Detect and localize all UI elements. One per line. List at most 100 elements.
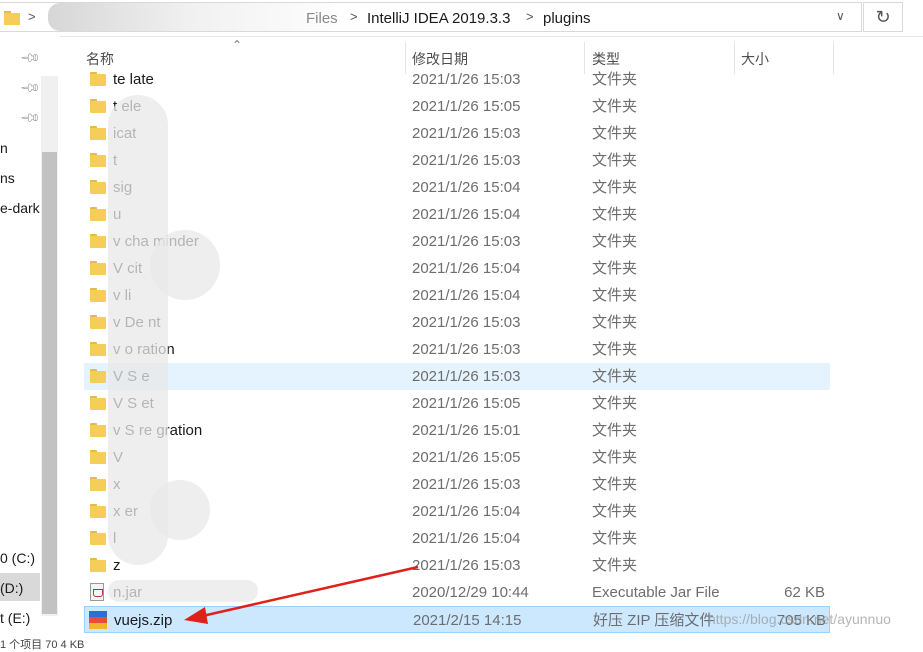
folder-icon <box>90 126 106 140</box>
file-type: 文件夹 <box>592 395 638 412</box>
file-date: 2021/1/26 15:04 <box>412 206 521 223</box>
status-bar-text: 1 个项目 70 4 KB <box>0 639 85 651</box>
file-type: 文件夹 <box>592 368 638 385</box>
folder-icon <box>90 504 106 518</box>
file-row[interactable]: v o ration2021/1/26 15:03文件夹 <box>84 336 830 363</box>
column-divider[interactable] <box>833 42 834 74</box>
nav-scrollbar-thumb[interactable] <box>42 152 57 614</box>
file-type: 文件夹 <box>592 233 638 250</box>
jar-file-icon <box>90 583 104 601</box>
folder-icon <box>90 369 106 383</box>
file-row[interactable]: V S et2021/1/26 15:05文件夹 <box>84 390 830 417</box>
file-row[interactable]: t ele2021/1/26 15:05文件夹 <box>84 93 830 120</box>
navigation-pane: 📌︎ 📌︎ 📌︎ n ns e-dark 0 (C:) (D:) t (E:) <box>0 36 60 643</box>
file-date: 2021/1/26 15:03 <box>412 71 521 88</box>
pin-icon[interactable]: 📌︎ <box>19 107 41 130</box>
folder-icon <box>90 315 106 329</box>
file-date: 2021/1/26 15:01 <box>412 422 521 439</box>
file-row[interactable]: V S e2021/1/26 15:03文件夹 <box>84 363 830 390</box>
chevron-right-icon[interactable]: > <box>28 9 36 24</box>
file-type: 文件夹 <box>592 314 638 331</box>
file-row[interactable]: icat2021/1/26 15:03文件夹 <box>84 120 830 147</box>
file-date: 2021/1/26 15:04 <box>412 179 521 196</box>
file-row[interactable]: v S re gration2021/1/26 15:01文件夹 <box>84 417 830 444</box>
file-row[interactable]: z 2021/1/26 15:03 文件夹 <box>84 552 830 579</box>
chevron-down-icon[interactable]: ∨ <box>836 9 845 23</box>
folder-icon <box>90 531 106 545</box>
file-date: 2021/1/26 15:04 <box>412 287 521 304</box>
file-type: 文件夹 <box>592 152 638 169</box>
file-row[interactable]: t2021/1/26 15:03文件夹 <box>84 147 830 174</box>
nav-item-label[interactable]: ns <box>0 170 15 186</box>
redaction-smear <box>150 230 220 300</box>
file-type: 文件夹 <box>592 206 638 223</box>
file-date: 2021/1/26 15:03 <box>412 314 521 331</box>
file-date: 2021/1/26 15:03 <box>412 233 521 250</box>
file-size: 62 KB <box>784 584 825 601</box>
redacted-path <box>48 3 338 31</box>
breadcrumb-segment-1[interactable]: Files <box>306 10 338 27</box>
folder-icon <box>90 207 106 221</box>
refresh-button[interactable]: ↻ <box>863 2 903 32</box>
file-type: 文件夹 <box>592 260 638 277</box>
pin-icon[interactable]: 📌︎ <box>19 47 41 70</box>
folder-icon <box>90 477 106 491</box>
folder-icon <box>90 342 106 356</box>
pin-icon[interactable]: 📌︎ <box>19 77 41 100</box>
file-row[interactable]: V2021/1/26 15:05文件夹 <box>84 444 830 471</box>
nav-item-label[interactable]: e-dark <box>0 200 40 216</box>
file-row[interactable]: v De nt2021/1/26 15:03文件夹 <box>84 309 830 336</box>
nav-drive-e[interactable]: t (E:) <box>0 610 30 626</box>
folder-icon <box>90 180 106 194</box>
refresh-icon: ↻ <box>875 7 891 27</box>
file-type: 文件夹 <box>592 503 638 520</box>
zip-archive-icon <box>89 611 107 629</box>
folder-icon <box>90 558 106 572</box>
nav-item-label[interactable]: n <box>0 140 8 156</box>
file-type: 文件夹 <box>592 422 638 439</box>
file-name: vuejs.zip <box>114 612 173 629</box>
file-row[interactable]: sig2021/1/26 15:04文件夹 <box>84 174 830 201</box>
redaction-smear <box>150 480 210 540</box>
breadcrumb[interactable]: > Files > IntelliJ IDEA 2019.3.3 > plugi… <box>0 2 862 32</box>
file-date: 2021/1/26 15:04 <box>412 503 521 520</box>
file-date: 2020/12/29 10:44 <box>412 584 529 601</box>
folder-icon <box>90 261 106 275</box>
file-type: 文件夹 <box>592 476 638 493</box>
folder-icon <box>90 423 106 437</box>
file-date: 2021/1/26 15:03 <box>412 341 521 358</box>
chevron-right-icon[interactable]: > <box>526 9 534 24</box>
file-type: 文件夹 <box>592 449 638 466</box>
address-bar: > Files > IntelliJ IDEA 2019.3.3 > plugi… <box>0 0 923 37</box>
breadcrumb-segment-2[interactable]: IntelliJ IDEA 2019.3.3 <box>367 10 510 27</box>
file-date: 2021/1/26 15:03 <box>412 368 521 385</box>
nav-drive-d[interactable]: (D:) <box>0 580 23 596</box>
folder-icon <box>4 11 20 25</box>
breadcrumb-segment-3[interactable]: plugins <box>543 10 591 27</box>
file-date: 2021/1/26 15:05 <box>412 98 521 115</box>
watermark-text: https://blog.csdn.net/ayunnuo <box>708 611 891 627</box>
file-type: 文件夹 <box>592 287 638 304</box>
file-date: 2021/1/26 15:03 <box>412 476 521 493</box>
file-row[interactable]: u2021/1/26 15:04文件夹 <box>84 201 830 228</box>
file-name: te late <box>113 71 154 88</box>
file-date: 2021/1/26 15:04 <box>412 260 521 277</box>
file-date: 2021/1/26 15:03 <box>412 152 521 169</box>
chevron-right-icon[interactable]: > <box>350 9 358 24</box>
nav-drive-c[interactable]: 0 (C:) <box>0 550 35 566</box>
folder-icon <box>90 450 106 464</box>
folder-icon <box>90 99 106 113</box>
folder-icon <box>90 234 106 248</box>
folder-icon <box>90 288 106 302</box>
file-date: 2021/1/26 15:04 <box>412 530 521 547</box>
file-type: 好压 ZIP 压缩文件 <box>593 612 715 629</box>
folder-icon <box>90 396 106 410</box>
file-type: Executable Jar File <box>592 584 720 601</box>
file-date: 2021/1/26 15:05 <box>412 395 521 412</box>
file-type: 文件夹 <box>592 125 638 142</box>
file-date: 2021/1/26 15:05 <box>412 449 521 466</box>
file-row[interactable]: te late 2021/1/26 15:03 文件夹 <box>84 66 830 93</box>
file-type: 文件夹 <box>592 530 638 547</box>
redaction-smear <box>108 580 258 602</box>
file-type: 文件夹 <box>592 179 638 196</box>
